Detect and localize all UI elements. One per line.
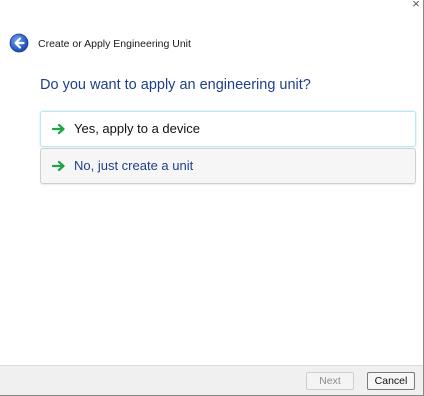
next-button[interactable]: Next — [306, 372, 354, 390]
close-button[interactable]: × — [409, 0, 423, 12]
question-heading: Do you want to apply an engineering unit… — [40, 77, 311, 93]
wizard-window: × Create or Apply Engineering Unit Do yo… — [0, 0, 424, 396]
green-arrow-icon — [52, 160, 65, 172]
wizard-title: Create or Apply Engineering Unit — [38, 38, 191, 50]
back-button[interactable] — [9, 33, 29, 53]
cancel-button[interactable]: Cancel — [367, 372, 415, 390]
option-label: No, just create a unit — [74, 158, 194, 173]
option-label: Yes, apply to a device — [74, 121, 200, 136]
footer-bar: Next Cancel — [0, 365, 423, 395]
option-apply-to-device[interactable]: Yes, apply to a device — [40, 111, 416, 147]
green-arrow-icon — [52, 123, 65, 135]
option-just-create-unit[interactable]: No, just create a unit — [40, 148, 416, 184]
back-arrow-icon — [9, 33, 29, 53]
